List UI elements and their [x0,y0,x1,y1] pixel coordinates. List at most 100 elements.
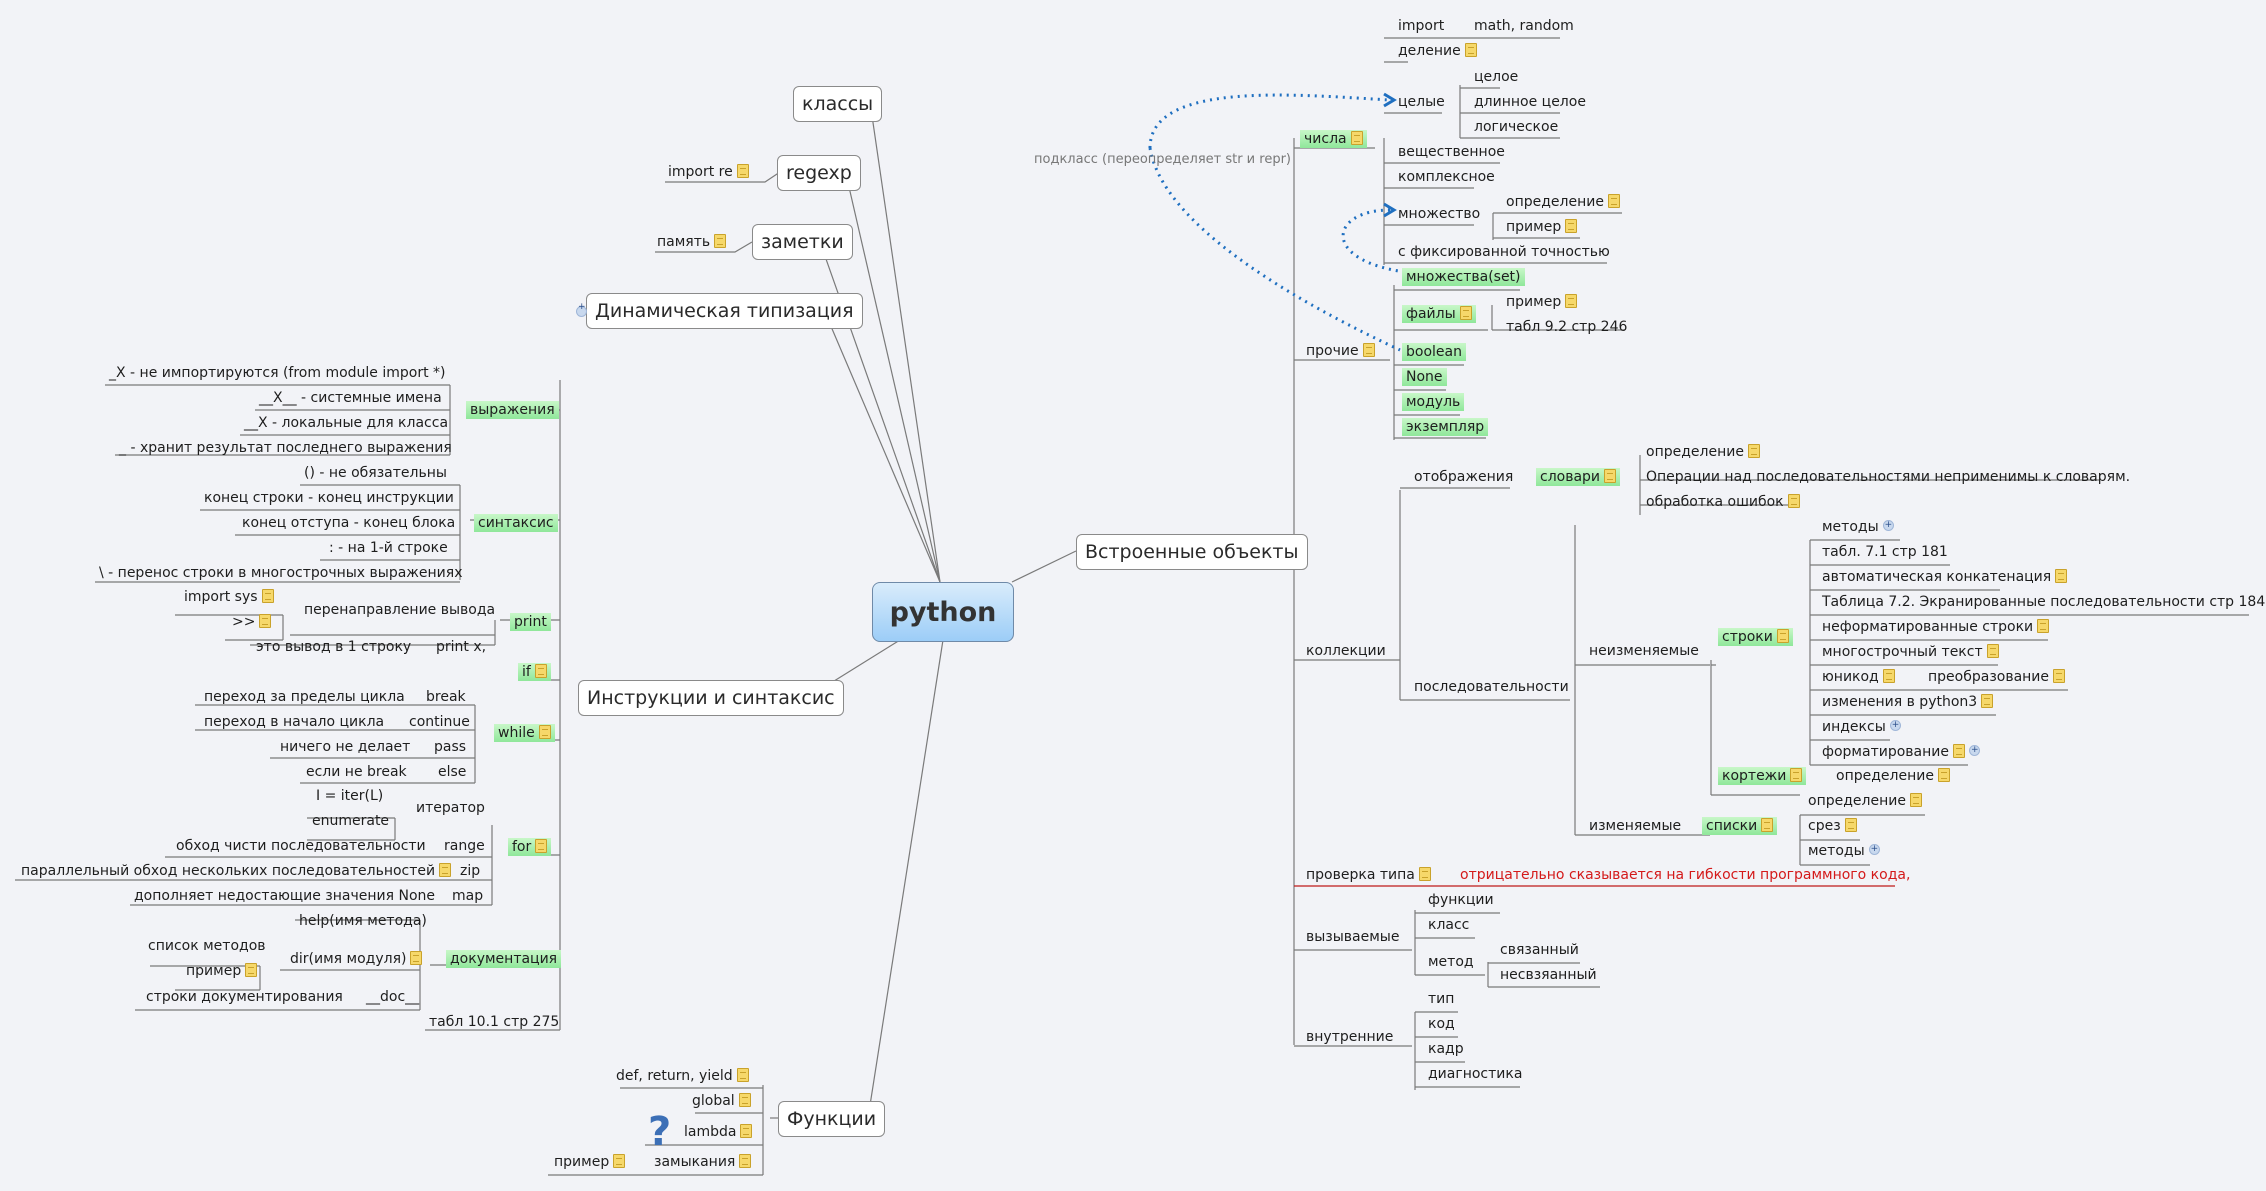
topic-regexp[interactable]: regexp [777,155,861,191]
list-item[interactable]: многострочный текст [1818,643,2003,661]
expand-icon[interactable] [576,302,587,317]
list-item[interactable]: I = iter(L) [312,787,387,805]
node-keyword[interactable]: zip [456,862,484,880]
list-item[interactable]: определение [1642,443,1764,461]
note-icon[interactable] [714,234,727,248]
note-icon[interactable] [245,963,258,977]
node-print-x[interactable]: print x, [432,638,490,656]
list-item[interactable]: пример [182,962,261,980]
node-files[interactable]: файлы [1402,305,1476,323]
note-icon[interactable] [1787,494,1800,508]
list-item[interactable]: неформатированные строки [1818,618,2053,636]
note-icon[interactable] [1882,669,1895,683]
note-icon[interactable] [535,839,548,853]
list-item[interactable]: автоматическая конкатенация [1818,568,2071,586]
node-documentation[interactable]: документация [446,950,562,968]
node-print[interactable]: print [510,613,551,631]
note-icon[interactable] [1776,629,1789,643]
list-item[interactable]: Таблица 7.2. Экранированные последовател… [1818,593,2266,611]
node-desc[interactable]: параллельный обход нескольких последоват… [17,862,455,880]
list-item[interactable]: целое [1470,68,1522,86]
node-keyword[interactable]: continue [405,713,474,731]
node-typecheck-warning[interactable]: отрицательно сказывается на гибкости про… [1456,866,1914,884]
note-icon[interactable] [1362,343,1375,357]
note-icon[interactable] [1761,818,1774,832]
list-item[interactable]: изменения в python3 [1818,693,1997,711]
node-sequences[interactable]: последовательности [1410,678,1573,696]
note-icon[interactable] [1565,294,1578,308]
list-item[interactable]: методы [1804,840,1888,860]
topic-builtin[interactable]: Встроенные объекты [1076,534,1308,570]
node-desc[interactable]: обход чисти последовательности [172,837,430,855]
node-desc[interactable]: дополняет недостающие значения None [130,887,439,905]
list-item[interactable]: пример [550,1153,629,1171]
note-icon[interactable] [538,725,551,739]
node-set[interactable]: множество [1394,205,1484,223]
note-icon[interactable] [410,951,423,965]
list-item[interactable]: диагностика [1424,1065,1526,1083]
note-icon[interactable] [1790,768,1803,782]
note-icon[interactable] [738,1093,751,1107]
node-expressions[interactable]: выражения [466,401,559,419]
node-keyword[interactable]: break [422,688,470,706]
list-item[interactable]: конец строки - конец инструкции [200,489,458,507]
node-redirect-op[interactable]: >> [228,613,275,631]
node-oneline-note[interactable]: это вывод в 1 строку [252,638,415,656]
note-icon[interactable] [1909,793,1922,807]
topic-classes[interactable]: классы [793,86,883,122]
node-numbers[interactable]: числа [1300,130,1367,148]
node-syntax[interactable]: синтаксис [474,514,558,532]
note-icon[interactable] [1565,219,1578,233]
node-complex[interactable]: комплексное [1394,168,1499,186]
list-item[interactable]: несвзяанный [1496,966,1601,984]
node-import-sys[interactable]: import sys [180,588,278,606]
list-item[interactable]: def, return, yield [612,1067,753,1085]
note-icon[interactable] [2053,669,2066,683]
node-tuples[interactable]: кортежи [1718,767,1807,785]
node-keyword[interactable]: else [434,763,470,781]
list-item[interactable]: () - не обязательны [300,464,451,482]
node-import-val[interactable]: math, random [1470,17,1578,35]
node-desc[interactable]: переход за пределы цикла [200,688,409,706]
list-item[interactable]: определение [1804,792,1926,810]
list-item[interactable]: код [1424,1015,1459,1033]
expand-icon[interactable] [1968,741,1980,759]
node-sets[interactable]: множества(set) [1402,268,1525,286]
list-item[interactable]: обработка ошибок [1642,493,1804,511]
node-memory[interactable]: память [653,233,730,251]
node-division[interactable]: деление [1394,42,1481,60]
list-item[interactable]: _X - не импортируются (from module impor… [105,364,450,382]
node-import-re[interactable]: import re [664,163,753,181]
note-icon[interactable] [1604,469,1617,483]
node-strings[interactable]: строки [1718,628,1793,646]
node-desc[interactable]: переход в начало цикла [200,713,388,731]
node-lists[interactable]: списки [1702,817,1778,835]
node-desc[interactable]: если не break [302,763,411,781]
list-item[interactable]: определение [1502,193,1624,211]
note-icon[interactable] [2037,619,2050,633]
list-item[interactable]: список методов [144,937,270,955]
node-docstr-desc[interactable]: строки документирования [142,988,347,1006]
note-icon[interactable] [1986,644,1999,658]
node-real[interactable]: вещественное [1394,143,1509,161]
list-item[interactable]: связанный [1496,941,1583,959]
list-item[interactable]: __X - локальные для класса [240,414,452,432]
node-dicts[interactable]: словари [1536,468,1621,486]
list-item[interactable]: lambda [680,1123,756,1141]
node-for[interactable]: for [508,838,552,856]
node-callable[interactable]: вызываемые [1302,928,1403,946]
list-item[interactable]: методы [1818,516,1902,536]
note-icon[interactable] [736,164,749,178]
node-import[interactable]: import [1394,17,1448,35]
list-item[interactable]: индексы [1818,716,1909,736]
note-icon[interactable] [613,1154,626,1168]
list-item[interactable]: конец отступа - конец блока [238,514,459,532]
topic-dynamic-typing[interactable]: Динамическая типизация [586,293,863,329]
node-typecheck[interactable]: проверка типа [1302,866,1435,884]
note-icon[interactable] [739,1154,752,1168]
node-conversion[interactable]: преобразование [1924,668,2069,686]
list-item[interactable]: срез [1804,817,1861,835]
list-item[interactable]: длинное целое [1470,93,1590,111]
list-item[interactable]: None [1402,368,1447,386]
note-icon[interactable] [1747,444,1760,458]
